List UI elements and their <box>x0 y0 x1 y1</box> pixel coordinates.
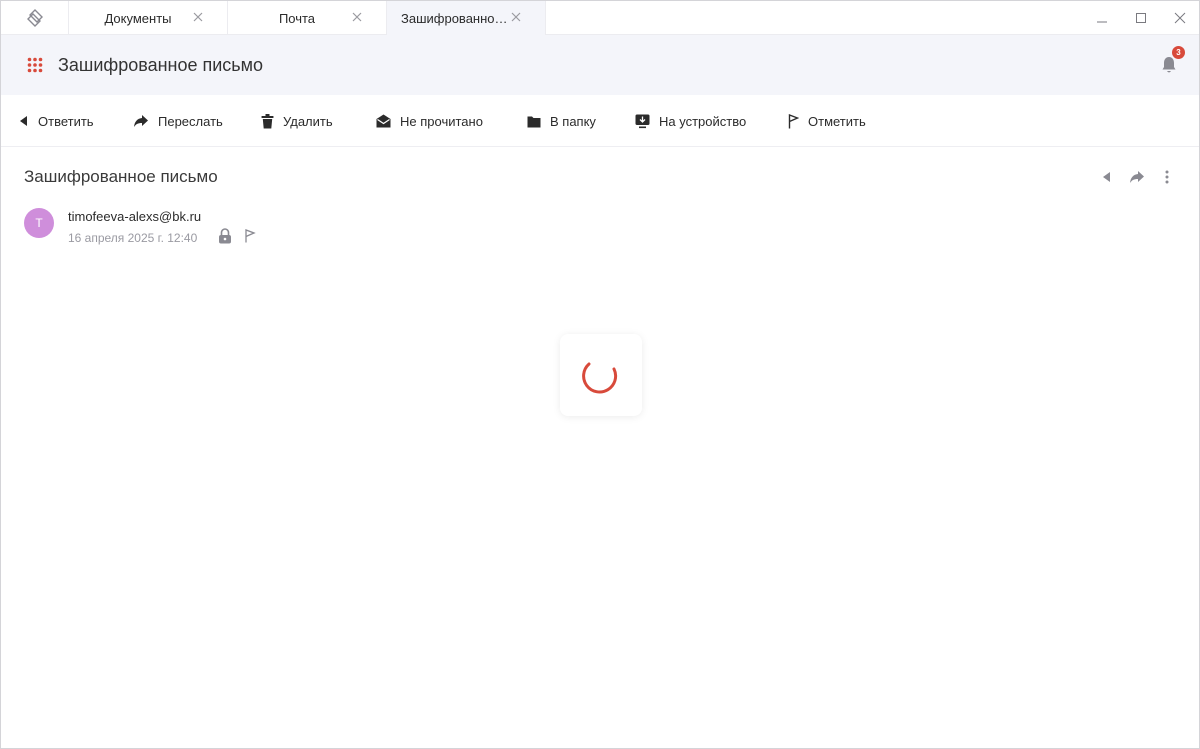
flag-icon[interactable] <box>244 229 256 243</box>
lock-icon <box>218 228 232 244</box>
sender-email[interactable]: timofeeva-alexs@bk.ru <box>68 209 201 224</box>
reply-icon[interactable] <box>1099 169 1115 185</box>
close-icon[interactable] <box>191 10 205 24</box>
close-icon[interactable] <box>1160 1 1199 35</box>
flag-icon <box>788 113 799 128</box>
forward-icon[interactable] <box>1129 169 1145 185</box>
tab-encrypted-letter[interactable]: Зашифрованное письмо <box>387 1 546 35</box>
forward-icon <box>134 115 148 127</box>
avatar: T <box>24 208 54 238</box>
to-folder-label: В папку <box>550 113 596 129</box>
spinner-icon <box>582 362 618 394</box>
mark-label: Отметить <box>808 113 866 129</box>
forward-button[interactable]: Переслать <box>133 112 223 130</box>
reply-icon <box>20 116 27 126</box>
unread-label: Не прочитано <box>400 113 483 129</box>
message-actions <box>1099 169 1175 185</box>
maximize-icon[interactable] <box>1121 1 1160 35</box>
message-subject: Зашифрованное письмо <box>24 167 218 186</box>
to-device-label: На устройство <box>659 113 747 129</box>
app-window: Документы Почта Зашифрованное письмо <box>0 0 1200 749</box>
mark-flag-button[interactable]: Отметить <box>788 112 866 130</box>
window-controls <box>1082 1 1199 35</box>
minimize-icon[interactable] <box>1082 1 1121 35</box>
tab-bar: Документы Почта Зашифрованное письмо <box>1 1 1199 35</box>
trash-icon <box>261 113 274 128</box>
forward-label: Переслать <box>158 113 223 129</box>
tab-documents[interactable]: Документы <box>69 1 228 35</box>
tab-label: Документы <box>104 10 172 26</box>
more-vertical-icon[interactable] <box>1159 169 1175 185</box>
apps-grid-icon[interactable] <box>27 57 43 73</box>
message-date: 16 апреля 2025 г. 12:40 <box>68 231 198 245</box>
close-icon[interactable] <box>350 10 364 24</box>
page-title: Зашифрованное письмо <box>58 55 264 75</box>
notification-badge: 3 <box>1171 45 1186 60</box>
tab-label: Почта <box>278 10 316 26</box>
app-logo-icon[interactable] <box>1 1 69 35</box>
envelope-open-icon <box>376 114 391 128</box>
delete-label: Удалить <box>283 113 333 129</box>
save-to-device-button[interactable]: На устройство <box>635 112 746 130</box>
loading-overlay <box>560 334 642 416</box>
tab-mail[interactable]: Почта <box>228 1 387 35</box>
page-header: Зашифрованное письмо 3 <box>1 35 1199 95</box>
reply-label: Ответить <box>38 113 94 129</box>
reply-button[interactable]: Ответить <box>19 112 94 130</box>
tab-label: Зашифрованное письмо <box>401 10 511 26</box>
device-download-icon <box>635 114 650 128</box>
close-icon[interactable] <box>509 10 523 24</box>
move-to-folder-button[interactable]: В папку <box>527 112 596 130</box>
folder-icon <box>527 116 541 127</box>
message-toolbar: Ответить Переслать Удалить Не прочитано … <box>1 95 1199 147</box>
delete-button[interactable]: Удалить <box>261 112 333 130</box>
mark-unread-button[interactable]: Не прочитано <box>376 112 483 130</box>
